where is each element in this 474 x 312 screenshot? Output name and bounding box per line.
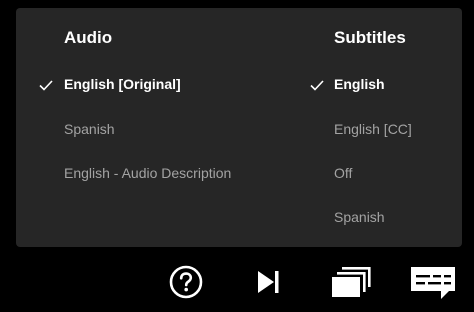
subtitle-option-off[interactable]: Off	[334, 165, 352, 181]
episodes-icon	[332, 267, 371, 297]
help-circle-icon	[169, 265, 203, 299]
next-episode-icon	[258, 271, 279, 293]
audio-option-english-audio-description[interactable]: English - Audio Description	[64, 165, 231, 181]
audio-option-english-original[interactable]: English [Original]	[64, 76, 181, 92]
subtitles-heading: Subtitles	[334, 28, 406, 47]
next-episode-button[interactable]	[250, 264, 286, 300]
subtitles-audio-icon	[411, 267, 455, 299]
help-button[interactable]	[166, 262, 206, 302]
audio-subtitles-panel: Audio English [Original] Spanish English…	[16, 8, 462, 247]
player-overlay: Audio English [Original] Spanish English…	[0, 0, 474, 312]
subtitle-option-english[interactable]: English	[334, 76, 385, 92]
audio-subtitles-button[interactable]	[406, 262, 460, 304]
audio-option-spanish[interactable]: Spanish	[64, 121, 115, 137]
checkmark-icon	[310, 80, 324, 91]
checkmark-icon	[39, 80, 53, 91]
episodes-button[interactable]	[328, 262, 374, 302]
subtitle-option-spanish[interactable]: Spanish	[334, 209, 385, 225]
audio-heading: Audio	[64, 28, 113, 47]
subtitle-option-english-cc[interactable]: English [CC]	[334, 121, 412, 137]
